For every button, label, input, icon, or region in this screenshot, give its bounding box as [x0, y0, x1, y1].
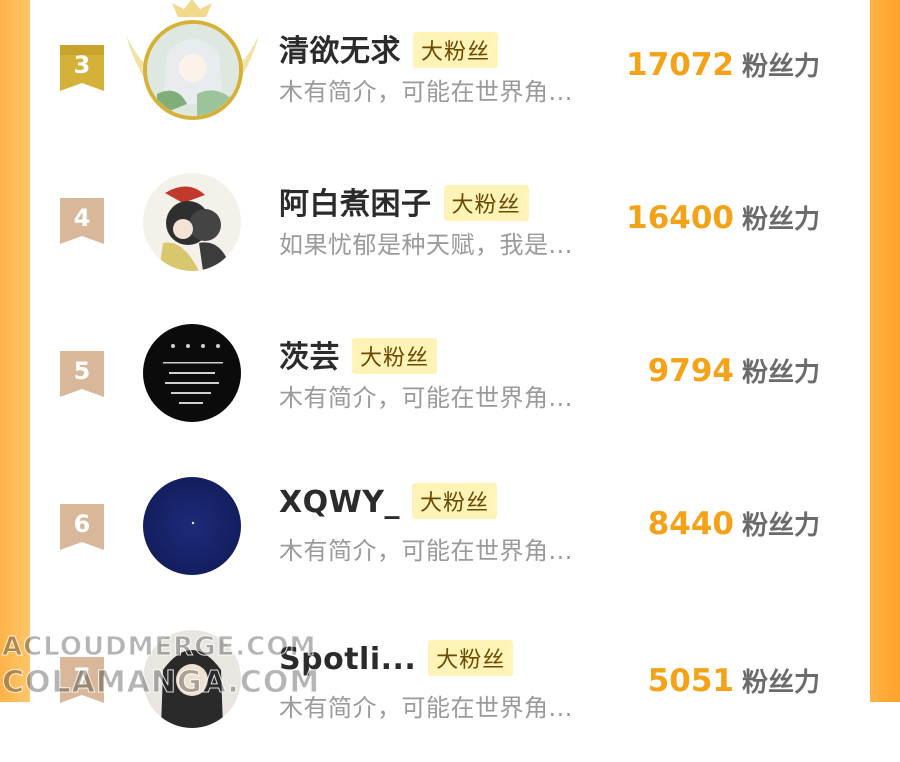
ranking-row[interactable]: 6 XQWY_ 大粉丝 木有简介，可能在世界角... 8440 粉丝力	[30, 459, 870, 609]
user-name[interactable]: 清欲无求 大粉丝	[279, 26, 499, 71]
fan-level-tag: 大粉丝	[413, 31, 499, 68]
ranking-row[interactable]: 5 茨芸 大粉丝 木有简介，可能在世界角... 9794 粉丝力	[30, 306, 870, 456]
fan-power: 16400 粉丝力	[626, 199, 820, 236]
avatar[interactable]	[143, 173, 241, 271]
fan-level-tag: 大粉丝	[428, 639, 514, 676]
fan-power-unit: 粉丝力	[741, 205, 820, 235]
fan-power-unit: 粉丝力	[741, 52, 820, 82]
avatar[interactable]	[143, 477, 241, 575]
avatar[interactable]	[143, 324, 241, 422]
right-border	[870, 0, 900, 702]
fan-power: 17072 粉丝力	[626, 46, 820, 83]
user-bio: 如果忧郁是种天赋，我是...	[279, 231, 573, 259]
ranking-row[interactable]: 3 清欲无求 大粉丝 木有简介，可能在世界角... 17072 粉丝力	[30, 0, 870, 150]
user-name[interactable]: 茨芸 大粉丝	[279, 332, 438, 377]
fan-power-value: 8440	[647, 506, 734, 542]
fan-ranking-panel: 3 清欲无求 大粉丝 木有简介，可能在世界角... 17072 粉丝力 4 阿白…	[30, 0, 870, 728]
user-bio: 木有简介，可能在世界角...	[279, 78, 573, 106]
rank-badge: 6	[60, 504, 104, 550]
fan-power-unit: 粉丝力	[741, 668, 820, 698]
left-border	[0, 0, 30, 702]
fan-power-value: 9794	[647, 353, 734, 389]
fan-power-unit: 粉丝力	[741, 511, 820, 541]
fan-power: 5051 粉丝力	[648, 662, 820, 699]
user-bio: 木有简介，可能在世界角...	[279, 384, 573, 412]
fan-power-value: 5051	[647, 663, 734, 699]
user-name[interactable]: 阿白煮困子 大粉丝	[279, 179, 529, 224]
fan-level-tag: 大粉丝	[352, 337, 438, 374]
rank-badge: 3	[60, 45, 104, 91]
rank-badge: 5	[60, 351, 104, 397]
fan-power-unit: 粉丝力	[741, 358, 820, 388]
fan-level-tag: 大粉丝	[443, 184, 529, 221]
user-bio: 木有简介，可能在世界角...	[279, 694, 573, 722]
user-bio: 木有简介，可能在世界角...	[279, 537, 573, 565]
fan-power-value: 17072	[626, 47, 734, 83]
watermark-line1: ACLOUDMERGE.COM	[1, 632, 317, 662]
fan-level-tag: 大粉丝	[411, 482, 497, 519]
user-name[interactable]: XQWY_ 大粉丝	[279, 482, 497, 522]
fan-power-value: 16400	[626, 200, 734, 236]
fan-power: 9794 粉丝力	[648, 352, 820, 389]
ranking-row[interactable]: 4 阿白煮困子 大粉丝 如果忧郁是种天赋，我是... 16400 粉丝力	[30, 153, 870, 303]
fan-power: 8440 粉丝力	[648, 505, 820, 542]
rank-badge: 4	[60, 198, 104, 244]
avatar[interactable]	[143, 20, 243, 120]
watermark-line2: COLAMANGA.COM	[1, 665, 321, 700]
